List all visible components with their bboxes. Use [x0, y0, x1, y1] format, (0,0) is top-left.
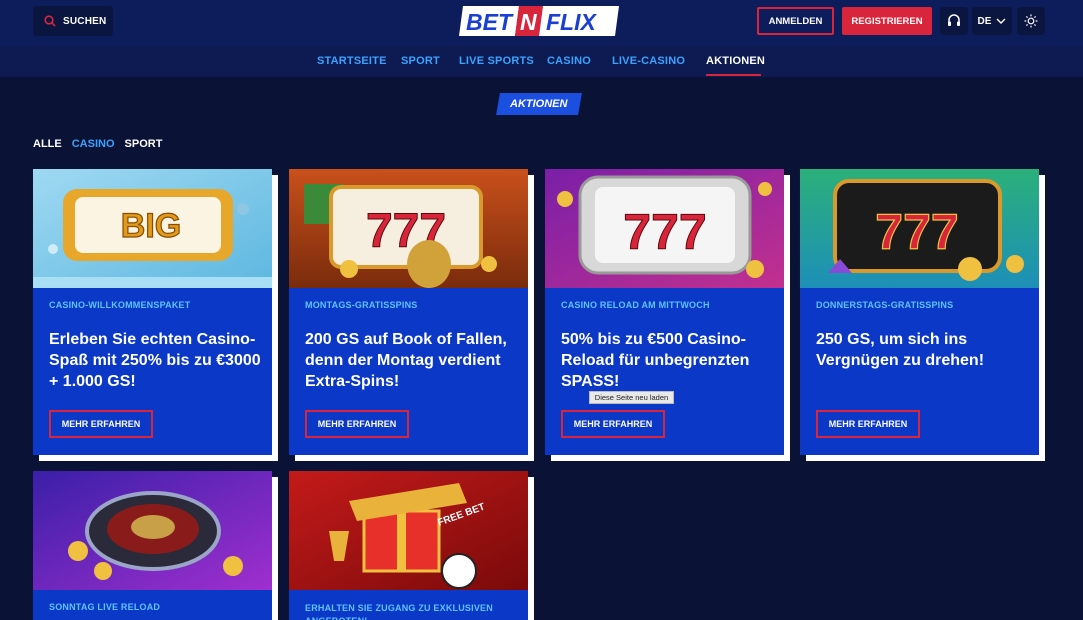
card-image-text: 777	[875, 204, 958, 260]
language-label: DE	[977, 15, 992, 27]
page-title-badge: AKTIONEN	[496, 93, 582, 115]
page-title: AKTIONEN	[510, 98, 568, 110]
card-title: Erleben Sie echten Casino-Spaß mit 250% …	[49, 331, 261, 390]
top-header: SUCHEN BET N FLIX ANMELDEN REGISTRIEREN …	[0, 0, 1083, 46]
card-category: CASINO-WILLKOMMENSPAKET	[49, 300, 191, 310]
headset-icon	[948, 14, 960, 26]
filter-casino[interactable]: CASINO	[72, 138, 115, 150]
promo-image[interactable]: FREE BET	[289, 471, 528, 590]
mehr-erfahren-button[interactable]: MEHR ERFAHREN	[49, 410, 153, 438]
sun-icon	[1024, 14, 1038, 28]
language-selector[interactable]: DE	[972, 7, 1012, 35]
nav-live-casino[interactable]: LIVE-CASINO	[612, 55, 685, 67]
nav-aktionen[interactable]: AKTIONEN	[706, 55, 765, 67]
promo-image[interactable]	[33, 471, 272, 590]
card-title: 200 GS auf Book of Fallen, denn der Mont…	[305, 331, 507, 390]
card-category: ERHALTEN SIE ZUGANG ZU EXKLUSIVEN ANGEBO…	[305, 603, 493, 620]
betnflix-logo[interactable]: BET N FLIX	[457, 4, 621, 38]
promo-card: FREE BET ERHALTEN SIE ZUGANG ZU EXKLUSIV…	[289, 471, 528, 620]
chevron-down-icon	[996, 18, 1006, 24]
login-button[interactable]: ANMELDEN	[757, 7, 834, 35]
promo-image[interactable]: BIG	[33, 169, 272, 288]
nav-casino[interactable]: CASINO	[547, 55, 591, 67]
card-image-text: 777	[623, 204, 706, 260]
mehr-erfahren-button[interactable]: MEHR ERFAHREN	[305, 410, 409, 438]
promo-card: BIG CASINO-WILLKOMMENSPAKET Erleben Sie …	[33, 169, 272, 455]
logo-bet: BET	[466, 9, 514, 35]
mehr-erfahren-button[interactable]: MEHR ERFAHREN	[561, 410, 665, 438]
main-nav: STARTSEITE SPORT LIVE SPORTS CASINO LIVE…	[0, 46, 1083, 77]
card-title: 250 GS, um sich ins Vergnügen zu drehen!	[816, 331, 985, 369]
promo-image[interactable]: 777	[800, 169, 1039, 288]
nav-sport[interactable]: SPORT	[401, 55, 440, 67]
card-category: SONNTAG LIVE RELOAD	[49, 602, 161, 612]
logo-flix: FLIX	[546, 9, 597, 35]
promo-card: SONNTAG LIVE RELOAD	[33, 471, 272, 620]
promo-card: 777 DONNERSTAGS-GRATISSPINS 250 GS, um s…	[800, 169, 1039, 455]
promo-card: 777 CASINO RELOAD AM MITTWOCH 50% bis zu…	[545, 169, 784, 455]
category-filters: ALLE CASINO SPORT	[33, 138, 162, 150]
nav-active-indicator	[706, 74, 761, 76]
card-category: CASINO RELOAD AM MITTWOCH	[561, 300, 710, 310]
card-image-text: BIG	[121, 207, 181, 245]
theme-toggle[interactable]	[1017, 7, 1045, 35]
logo-n: N	[520, 9, 537, 35]
promo-image[interactable]: 777	[289, 169, 528, 288]
search-icon	[44, 15, 56, 27]
card-category: MONTAGS-GRATISSPINS	[305, 300, 418, 310]
reload-tooltip: Diese Seite neu laden	[589, 391, 674, 404]
card-title: 50% bis zu €500 Casino-Reload für unbegr…	[561, 331, 750, 390]
mehr-erfahren-button[interactable]: MEHR ERFAHREN	[816, 410, 920, 438]
promo-card: 777 MONTAGS-GRATISSPINS 200 GS auf Book …	[289, 169, 528, 455]
filter-alle[interactable]: ALLE	[33, 138, 62, 150]
search-button[interactable]: SUCHEN	[33, 6, 113, 36]
promo-image[interactable]: 777	[545, 169, 784, 288]
search-label: SUCHEN	[63, 15, 107, 27]
nav-startseite[interactable]: STARTSEITE	[317, 55, 387, 67]
nav-live-sports[interactable]: LIVE SPORTS	[459, 55, 534, 67]
card-category: DONNERSTAGS-GRATISSPINS	[816, 300, 954, 310]
filter-sport[interactable]: SPORT	[125, 138, 163, 150]
register-button[interactable]: REGISTRIEREN	[842, 7, 932, 35]
support-button[interactable]	[940, 7, 968, 35]
